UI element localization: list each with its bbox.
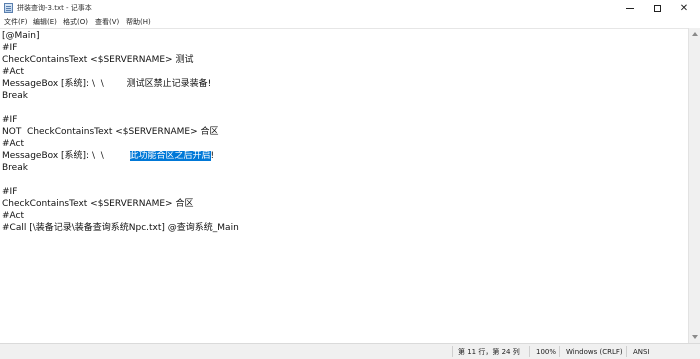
notepad-window: 拼装查询-3.txt - 记事本 ✕ 文件(F) 编辑(E) 格式(O) 查看(… [0,0,700,359]
editor-line: CheckContainsText <$SERVERNAME> 测试 [2,55,194,65]
line-text: ! [210,151,215,161]
editor-line: #IF [2,43,18,53]
text-editor[interactable]: [@Main] #IF CheckContainsText <$SERVERNA… [0,28,688,344]
scroll-down-icon[interactable] [692,335,698,339]
close-icon: ✕ [679,2,689,14]
editor-line-selected: MessageBox [系统]: \ \ 此功能合区之后开启! [2,150,214,162]
title-bar[interactable]: 拼装查询-3.txt - 记事本 ✕ [0,0,700,16]
editor-line: #IF [2,115,18,125]
editor-line: MessageBox [系统]: \ \ 测试区禁止记录装备! [2,79,212,89]
zoom-level: 100% [536,348,557,356]
window-title: 拼装查询-3.txt - 记事本 [17,4,92,12]
menu-help[interactable]: 帮助(H) [126,17,151,27]
editor-line: #Act [2,211,25,221]
line-text: MessageBox [系统]: \ \ [2,151,130,161]
cursor-position: 第 11 行，第 24 列 [458,348,520,356]
minimize-button[interactable] [617,0,643,16]
maximize-button[interactable] [644,0,670,16]
editor-line: #Act [2,139,25,149]
status-divider [529,346,530,357]
status-divider [559,346,560,357]
maximize-icon [653,4,661,12]
editor-line: [@Main] [2,31,40,41]
notepad-icon [4,3,13,13]
menu-file[interactable]: 文件(F) [4,17,28,27]
line-ending: Windows (CRLF) [566,348,623,356]
menu-bar: 文件(F) 编辑(E) 格式(O) 查看(V) 帮助(H) [0,16,700,28]
editor-line: #Act [2,67,25,77]
editor-line: #IF [2,187,18,197]
menu-edit[interactable]: 编辑(E) [33,17,57,27]
vertical-scrollbar[interactable] [688,28,700,343]
minimize-icon [626,7,634,9]
status-divider [626,346,627,357]
close-button[interactable]: ✕ [671,0,697,16]
selected-text: 此功能合区之后开启 [129,151,211,161]
menu-view[interactable]: 查看(V) [95,17,119,27]
status-bar: 第 11 行，第 24 列 100% Windows (CRLF) ANSI [0,343,700,359]
menu-format[interactable]: 格式(O) [63,17,88,27]
editor-line: #Call [\装备记录\装备查询系统Npc.txt] @查询系统_Main [2,223,239,233]
status-divider [452,346,453,357]
editor-line: Break [2,163,28,173]
editor-line: NOT CheckContainsText <$SERVERNAME> 合区 [2,127,219,137]
editor-line: CheckContainsText <$SERVERNAME> 合区 [2,199,194,209]
encoding: ANSI [633,348,650,356]
scroll-up-icon[interactable] [692,32,698,36]
editor-line: Break [2,91,28,101]
